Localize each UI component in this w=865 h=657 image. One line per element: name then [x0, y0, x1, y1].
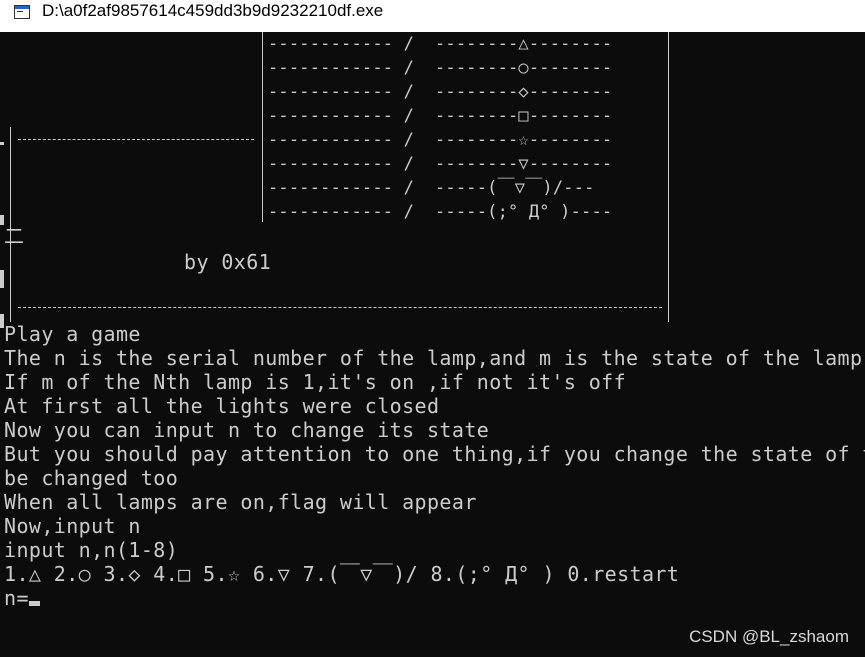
text-cursor [29, 601, 40, 606]
window-titlebar[interactable]: D:\a0f2af9857614c459dd3b9d9232210df.exe [0, 0, 865, 32]
watermark-text: CSDN @BL_zshaom [689, 627, 849, 646]
banner-left-border [262, 32, 263, 222]
banner-right-border [668, 32, 669, 322]
console-app-icon [14, 5, 30, 19]
console-line: The n is the serial number of the lamp,a… [4, 346, 863, 370]
lamp-row: ------------ / --------◇-------- [268, 82, 613, 102]
left-edge-artifact [0, 142, 4, 145]
lamp-row: ------------ / --------□-------- [268, 106, 613, 126]
banner-stray-char: 二 [4, 224, 24, 248]
console-line: When all lamps are on,flag will appear [4, 490, 477, 514]
banner-mid-divider [18, 139, 254, 140]
input-prompt[interactable]: n= [4, 586, 29, 610]
left-edge-artifact [0, 270, 4, 288]
lamp-menu-line: 1.△ 2.○ 3.◇ 4.□ 5.☆ 6.▽ 7.(￣▽￣)/ 8.(;° Д… [4, 562, 680, 586]
console-line: If m of the Nth lamp is 1,it's on ,if no… [4, 370, 627, 394]
window-title: D:\a0f2af9857614c459dd3b9d9232210df.exe [42, 1, 384, 20]
console-line: Play a game [4, 322, 141, 346]
lamp-row: ------------ / -----(;° Д° )---- [268, 202, 613, 222]
lamp-row: ------------ / --------☆-------- [268, 130, 613, 150]
console-area[interactable]: ------------ / --------△-------- -------… [0, 32, 865, 657]
lamp-row: ------------ / --------▽-------- [268, 154, 613, 174]
console-line: Now,input n [4, 514, 141, 538]
lamp-row: ------------ / --------△-------- [268, 34, 613, 54]
banner-author: by 0x61 [184, 250, 272, 274]
console-line: Now you can input n to change its state [4, 418, 490, 442]
console-line: At first all the lights were closed [4, 394, 440, 418]
lamp-row: ------------ / --------○-------- [268, 58, 613, 78]
console-line: input n,n(1-8) [4, 538, 179, 562]
lamp-row: ------------ / -----(￣▽￣)/--- [268, 178, 595, 198]
banner-bottom-divider [18, 307, 662, 308]
console-line: be changed too [4, 466, 179, 490]
console-line: But you should pay attention to one thin… [4, 442, 865, 466]
